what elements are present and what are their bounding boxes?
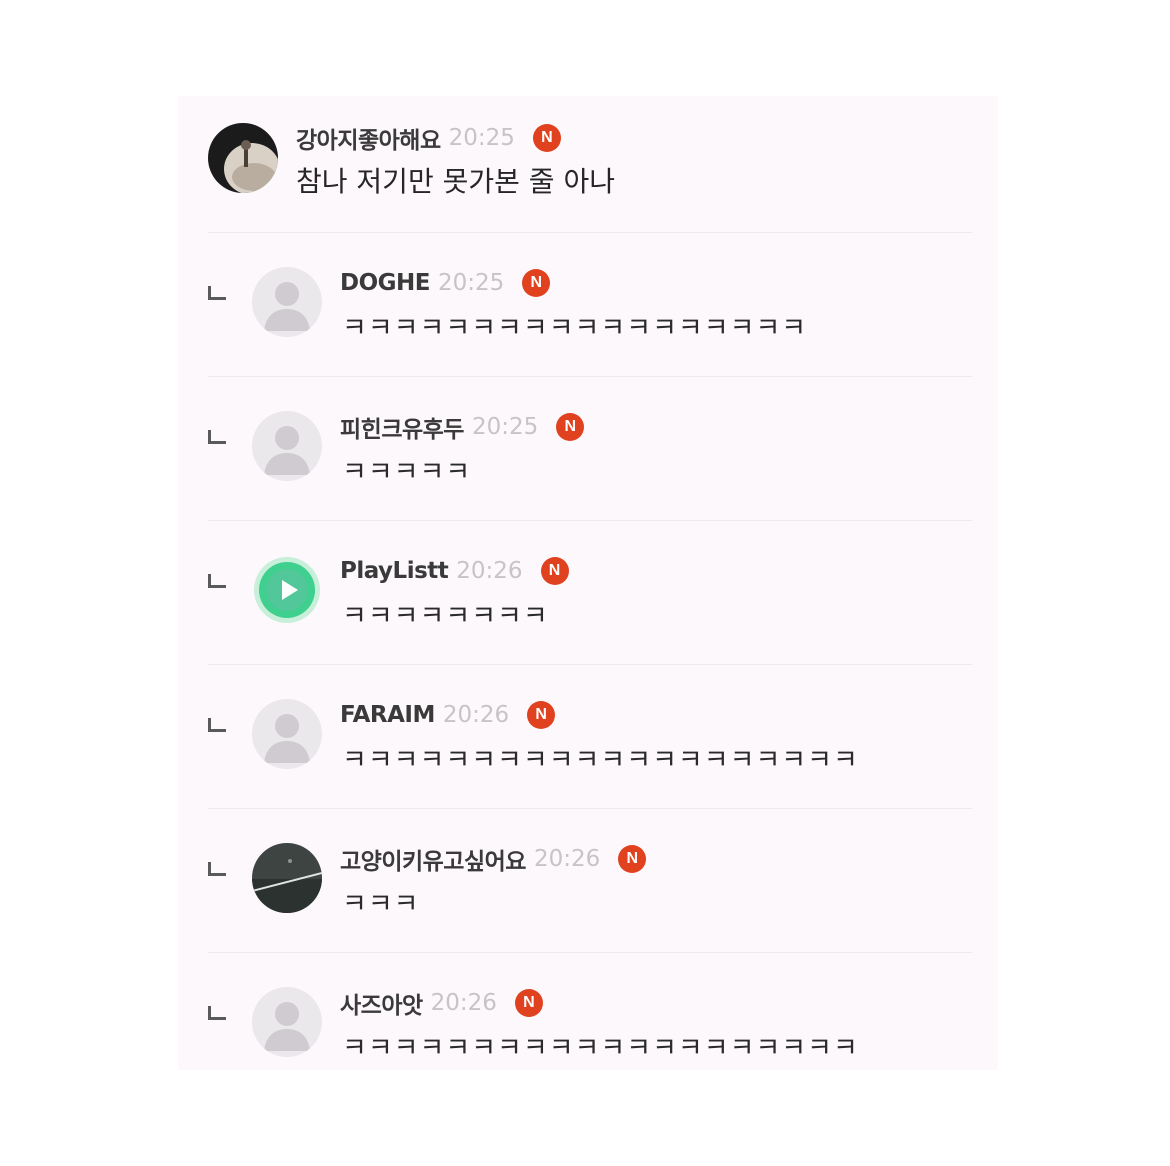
new-badge: N	[618, 845, 647, 873]
comment-text: ㅋㅋㅋㅋㅋㅋㅋㅋㅋㅋㅋㅋㅋㅋㅋㅋㅋㅋㅋㅋ	[342, 745, 859, 776]
author-name[interactable]: 피힌크유후두	[340, 410, 464, 444]
new-badge: N	[527, 701, 556, 729]
comment-meta: 강아지좋아해요 20:25 N	[296, 122, 561, 154]
play-button-icon	[252, 555, 322, 625]
reply-arrow-icon	[208, 1006, 226, 1020]
comment-meta: DOGHE 20:25 N	[340, 267, 551, 299]
new-badge: N	[540, 557, 569, 585]
comment-meta: FARAIM 20:26 N	[340, 699, 556, 731]
author-name[interactable]: PlayListt	[340, 558, 449, 584]
author-name[interactable]: DOGHE	[340, 270, 430, 296]
comment-time: 20:25	[471, 414, 539, 440]
comment-text: ㅋㅋㅋㅋㅋㅋㅋㅋ	[342, 601, 549, 632]
user-avatar[interactable]	[252, 267, 322, 337]
author-name[interactable]: FARAIM	[340, 702, 435, 728]
divider	[208, 664, 972, 665]
user-avatar[interactable]	[252, 411, 322, 481]
default-user-icon	[252, 267, 322, 337]
comment-time: 20:26	[533, 846, 601, 872]
new-badge: N	[514, 989, 543, 1017]
comment-meta: 고양이키유고싶어요 20:26 N	[340, 842, 647, 876]
user-avatar[interactable]	[252, 987, 322, 1057]
comment-time: 20:26	[442, 702, 510, 728]
author-name[interactable]: 고양이키유고싶어요	[340, 842, 526, 876]
reply-arrow-icon	[208, 718, 226, 732]
default-user-icon	[252, 987, 322, 1057]
reply-arrow-icon	[208, 574, 226, 588]
user-avatar[interactable]	[208, 123, 278, 193]
comment-time: 20:26	[456, 558, 523, 584]
comment-time: 20:25	[448, 125, 515, 151]
photo-avatar-icon	[208, 123, 278, 193]
user-avatar[interactable]	[252, 699, 322, 769]
user-avatar[interactable]	[252, 843, 322, 913]
comment-time: 20:26	[430, 990, 497, 1016]
comment-text: ㅋㅋㅋㅋㅋㅋㅋㅋㅋㅋㅋㅋㅋㅋㅋㅋㅋㅋㅋㅋ	[342, 1033, 859, 1064]
author-name[interactable]: 사즈아앗	[340, 986, 423, 1020]
comment-list: 강아지좋아해요 20:25 N 참나 저기만 못가본 줄 아나 DOGHE 20…	[178, 96, 998, 1070]
user-avatar[interactable]	[252, 555, 322, 625]
author-name[interactable]: 강아지좋아해요	[296, 121, 441, 155]
default-user-icon	[252, 411, 322, 481]
divider	[208, 232, 972, 233]
comment-text: ㅋㅋㅋㅋㅋㅋㅋㅋㅋㅋㅋㅋㅋㅋㅋㅋㅋㅋ	[342, 313, 808, 344]
new-badge: N	[556, 413, 585, 441]
reply-arrow-icon	[208, 430, 226, 444]
reply-arrow-icon	[208, 862, 226, 876]
divider	[208, 952, 972, 953]
comment-text: ㅋㅋㅋㅋㅋ	[342, 457, 472, 488]
new-badge: N	[522, 269, 551, 297]
comment-meta: 피힌크유후두 20:25 N	[340, 410, 585, 444]
divider	[208, 808, 972, 809]
comment-meta: 사즈아앗 20:26 N	[340, 987, 543, 1019]
reply-arrow-icon	[208, 286, 226, 300]
divider	[208, 520, 972, 521]
comment-meta: PlayListt 20:26 N	[340, 555, 569, 587]
comment-time: 20:25	[437, 270, 505, 296]
comment-text: 참나 저기만 못가본 줄 아나	[296, 165, 615, 198]
default-user-icon	[252, 699, 322, 769]
new-badge: N	[532, 124, 561, 152]
divider	[208, 376, 972, 377]
comment-text: ㅋㅋㅋ	[342, 889, 420, 920]
dark-photo-icon	[252, 843, 322, 913]
